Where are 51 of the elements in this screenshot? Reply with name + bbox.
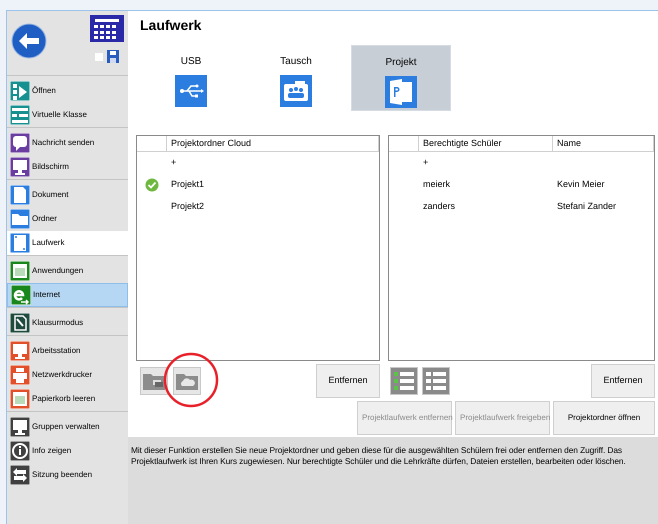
table-cell-text: + (170, 156, 178, 170)
cloud-folder-icon (176, 372, 198, 390)
checklist-icon (393, 371, 415, 391)
sidebar-item[interactable]: Virtuelle Klasse (7, 103, 128, 127)
project-document-icon (385, 76, 417, 108)
sidebar-item[interactable]: Internet (7, 283, 128, 307)
sidebar-item[interactable]: Laufwerk (7, 231, 128, 255)
remove-button[interactable]: Entfernen (316, 364, 380, 398)
folder-button[interactable] (140, 367, 168, 395)
sidebar-item[interactable]: Öffnen (7, 79, 128, 103)
page-title: Laufwerk (139, 16, 202, 35)
save-icon[interactable] (107, 50, 119, 63)
usb-icon (175, 75, 207, 107)
sidebar-item[interactable]: Arbeitsstation (7, 339, 128, 363)
sidebar-item[interactable]: Klausurmodus (7, 311, 128, 335)
table-cell-text: Projekt2 (170, 200, 206, 214)
list-button[interactable] (422, 367, 450, 395)
column-header[interactable]: Berechtigte Schüler (419, 136, 553, 151)
keypad-icon[interactable] (90, 15, 124, 42)
table-cell: meierk (423, 179, 450, 190)
sidebar-item[interactable]: Anwendungen (7, 259, 128, 283)
sidebar-item[interactable]: Ordner (7, 207, 128, 231)
table-cell: zanders (423, 201, 456, 212)
cloud-folder-button[interactable] (173, 367, 201, 395)
table-cell: + (423, 157, 428, 168)
folder-stack-icon (143, 372, 165, 390)
select-all-button[interactable] (390, 367, 418, 395)
sidebar-item[interactable]: Gruppen verwalten (7, 415, 128, 439)
sidebar-item[interactable]: Nachricht senden (7, 131, 128, 155)
sidebar-item[interactable]: Papierkorb leeren (7, 387, 128, 411)
action-button[interactable]: Projektordner öffnen (553, 401, 655, 435)
table-cell-text: Projekt1 (170, 178, 206, 192)
table-cell: Kevin Meier (557, 179, 605, 190)
drive-tab[interactable]: Tausch (246, 45, 346, 111)
sidebar-item[interactable]: Netzwerkdrucker (7, 363, 128, 387)
sidebar-item[interactable]: Sitzung beenden (7, 463, 128, 487)
list-icon (425, 371, 447, 391)
sidebar-item[interactable]: Bildschirm (7, 155, 128, 179)
sidebar-item[interactable]: Info zeigen (7, 439, 128, 463)
column-header[interactable]: Projektordner Cloud (167, 136, 379, 151)
people-folder-icon (280, 75, 312, 107)
column-header[interactable]: Name (553, 136, 654, 151)
sidebar-item[interactable]: Dokument (7, 183, 128, 207)
description-text: Mit dieser Funktion erstellen Sie neue Projektordner und geben diese für die ausgewählten Schülern frei oder entfernen den Zugriff. Das Projektlaufwerk ist Ihren Kurs zugewiesen. Nur berechtigte Schüler und die Lehrkräfte dürfen, Dateien erstellen, bearbeiten oder löschen. (131, 445, 627, 467)
highlight-circle (163, 352, 219, 408)
checkbox[interactable] (95, 53, 103, 61)
back-icon[interactable] (11, 23, 47, 59)
table-cell: Stefani Zander (557, 201, 616, 212)
drive-tab[interactable]: USB (141, 45, 241, 111)
remove-button[interactable]: Entfernen (591, 364, 655, 398)
drive-tab[interactable]: Projekt (351, 45, 451, 111)
